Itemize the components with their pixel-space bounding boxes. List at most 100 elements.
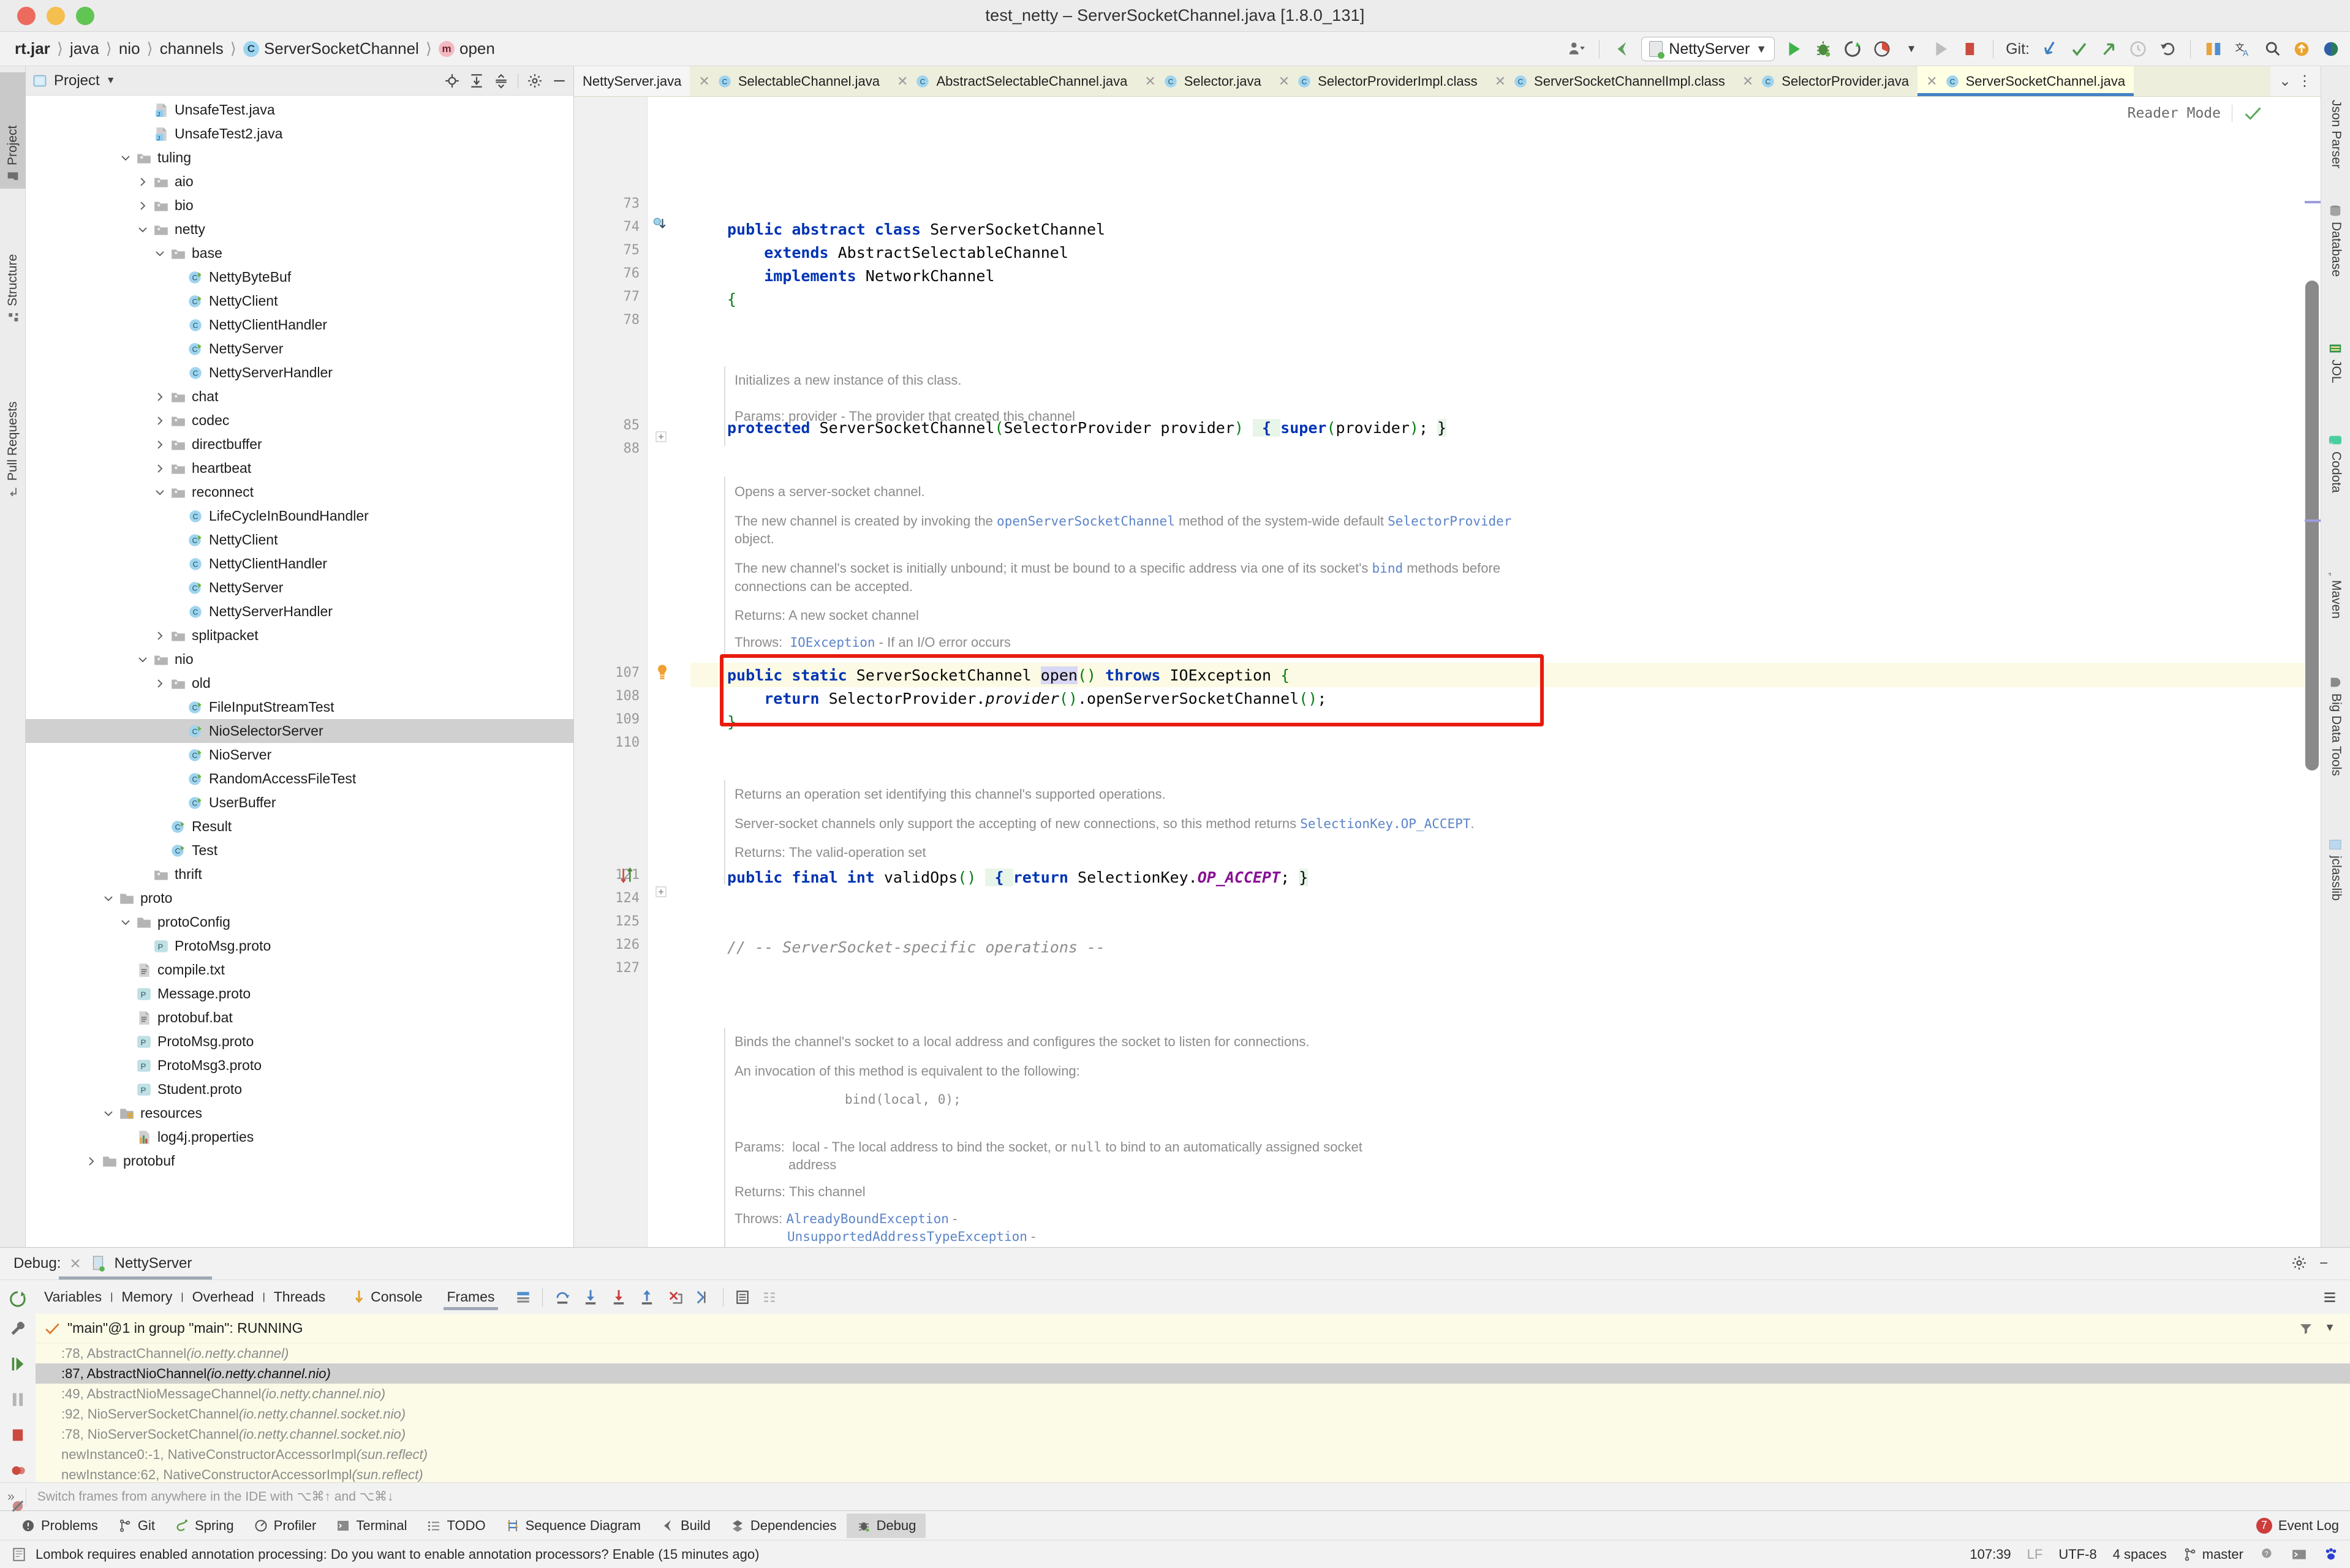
tree-item[interactable]: C NettyClientHandler <box>26 313 573 337</box>
tree-item[interactable]: C NettyServerHandler <box>26 361 573 385</box>
tree-item[interactable]: C FileInputStreamTest <box>26 695 573 719</box>
toolwindow-button-debug[interactable]: Debug <box>846 1513 926 1538</box>
tree-item[interactable]: log4j.properties <box>26 1125 573 1149</box>
stop-icon[interactable] <box>9 1427 26 1444</box>
sidebar-item-json-parser[interactable]: Json Parser <box>2321 76 2350 192</box>
fold-marker-icon[interactable] <box>655 886 667 898</box>
tree-item[interactable]: chat <box>26 385 573 409</box>
tree-item[interactable]: resources <box>26 1101 573 1125</box>
debug-icon[interactable] <box>1813 39 1834 59</box>
rerun-icon[interactable] <box>9 1290 27 1308</box>
chevron-down-icon[interactable] <box>102 892 115 905</box>
settings-icon[interactable] <box>2322 1289 2338 1305</box>
git-branch[interactable]: master <box>2202 1547 2243 1562</box>
close-icon[interactable]: ✕ <box>1144 74 1155 89</box>
undo-icon[interactable] <box>2157 39 2178 59</box>
inspection-icon[interactable]: ? <box>2259 1547 2275 1562</box>
scrollbar-thumb[interactable] <box>2305 281 2319 771</box>
editor-tab[interactable]: ✕ C Selector.java <box>1136 66 1269 96</box>
sidebar-item-maven[interactable]: m Maven <box>2321 556 2350 663</box>
chevron-right-icon[interactable] <box>153 462 167 475</box>
tree-item[interactable]: C NettyClient <box>26 528 573 552</box>
frame-row[interactable]: :92, NioServerSocketChannel (io.netty.ch… <box>36 1404 2350 1424</box>
status-message[interactable]: Lombok requires enabled annotation proce… <box>36 1547 759 1562</box>
tree-item[interactable]: C UserBuffer <box>26 791 573 815</box>
tree-item[interactable]: codec <box>26 409 573 432</box>
sidebar-item-jol[interactable]: JOL <box>2321 336 2350 421</box>
step-out-icon[interactable] <box>638 1289 656 1306</box>
frame-row[interactable]: :78, AbstractChannel (io.netty.channel) <box>36 1343 2350 1363</box>
project-tree[interactable]: J UnsafeTest.java J UnsafeTest2.java tuling a… <box>26 96 573 1247</box>
hide-icon[interactable] <box>551 73 567 89</box>
breadcrumb-item-open[interactable]: m open <box>435 39 499 58</box>
event-log-label[interactable]: Event Log <box>2278 1518 2339 1534</box>
reader-mode-indicator[interactable]: Reader Mode <box>2128 104 2262 123</box>
toolwindow-button-dependencies[interactable]: Dependencies <box>720 1513 847 1538</box>
chevron-down-icon[interactable]: ▼ <box>106 75 116 86</box>
mute-breakpoints-icon[interactable] <box>9 1498 26 1515</box>
tree-item[interactable]: C NioSelectorServer <box>26 719 573 743</box>
rerun-icon[interactable] <box>1842 39 1863 59</box>
coverage-icon[interactable] <box>1872 39 1892 59</box>
chevron-right-icon[interactable] <box>153 677 167 690</box>
tree-item[interactable]: C NioServer <box>26 743 573 767</box>
chevron-right-icon[interactable] <box>153 629 167 643</box>
tree-item[interactable]: protobuf <box>26 1149 573 1173</box>
search-everywhere-icon[interactable] <box>2262 39 2283 59</box>
collapse-all-icon[interactable] <box>493 73 509 89</box>
sidebar-item-structure[interactable]: Structure <box>0 198 26 330</box>
tree-item[interactable]: aio <box>26 170 573 194</box>
editor-glyph-margin[interactable] <box>648 97 690 1247</box>
chevron-down-icon[interactable] <box>153 247 167 260</box>
sidebar-item-database[interactable]: Database <box>2321 198 2350 330</box>
breadcrumb-item-channels[interactable]: channels <box>156 39 227 58</box>
more-vertical-icon[interactable]: ⋮ <box>2297 72 2312 90</box>
tab-console[interactable]: Console <box>344 1289 431 1305</box>
chevron-right-icon[interactable] <box>85 1155 98 1168</box>
tree-item[interactable]: C NettyServerHandler <box>26 600 573 624</box>
editor-tab-bar[interactable]: NettyServer.java ✕ C SelectableChannel.java… <box>574 66 2321 97</box>
gear-icon[interactable] <box>527 73 543 89</box>
filter-icon[interactable] <box>2299 1321 2313 1336</box>
settings-wrench-icon[interactable] <box>9 1320 26 1337</box>
evaluate-icon[interactable] <box>735 1289 750 1305</box>
tree-item[interactable]: proto <box>26 886 573 910</box>
force-step-into-icon[interactable] <box>610 1289 627 1306</box>
tab-memory[interactable]: Memory <box>113 1289 181 1305</box>
toolwindow-button-git[interactable]: Git <box>108 1513 165 1538</box>
toolwindow-button-spring[interactable]: Spring <box>165 1513 244 1538</box>
indent-setting[interactable]: 4 spaces <box>2113 1547 2167 1562</box>
editor-tab[interactable]: ✕ C AbstractSelectableChannel.java <box>888 66 1136 96</box>
breadcrumb-item-rtjar[interactable]: rt.jar <box>11 39 54 58</box>
user-settings-icon[interactable] <box>1566 39 1587 59</box>
run-configuration-selector[interactable]: NettyServer ▼ <box>1641 37 1775 61</box>
editor-scrollbar[interactable] <box>2305 97 2321 1247</box>
push-icon[interactable] <box>2098 39 2119 59</box>
stack-frames[interactable]: :78, AbstractChannel (io.netty.channel):… <box>36 1343 2350 1485</box>
tree-item[interactable]: P Message.proto <box>26 982 573 1006</box>
tree-item[interactable]: compile.txt <box>26 958 573 982</box>
tool-window-bar[interactable]: Problems Git Spring Profiler Terminal TODO Seq… <box>0 1510 2350 1540</box>
chevron-down-icon[interactable] <box>153 486 167 499</box>
tree-item[interactable]: P Student.proto <box>26 1077 573 1101</box>
toolwindow-button-profiler[interactable]: Profiler <box>244 1513 327 1538</box>
close-icon[interactable]: ✕ <box>698 74 709 89</box>
chevron-down-icon[interactable] <box>119 151 132 165</box>
thread-status-row[interactable]: "main"@1 in group "main": RUNNING ▼ <box>36 1314 2350 1343</box>
tree-item[interactable]: P ProtoMsg.proto <box>26 1030 573 1054</box>
editor-tab[interactable]: ✕ C SelectorProvider.java <box>1734 66 1917 96</box>
terminal-small-icon[interactable] <box>2291 1547 2307 1562</box>
resume-icon[interactable] <box>9 1355 26 1373</box>
frame-row[interactable]: :87, AbstractNioChannel (io.netty.channe… <box>36 1363 2350 1384</box>
close-icon[interactable]: ✕ <box>69 1256 81 1272</box>
tree-item[interactable]: splitpacket <box>26 624 573 647</box>
sidebar-item-codota[interactable]: >_ Codota <box>2321 428 2350 550</box>
tree-item[interactable]: heartbeat <box>26 456 573 480</box>
back-arrow-icon[interactable] <box>1612 39 1633 59</box>
chevron-right-icon[interactable] <box>153 438 167 451</box>
breadcrumb-item-java[interactable]: java <box>66 39 103 58</box>
frame-row[interactable]: newInstance0:-1, NativeConstructorAccess… <box>36 1444 2350 1464</box>
tree-item[interactable]: base <box>26 241 573 265</box>
toolwindow-button-sequence-diagram[interactable]: Sequence Diagram <box>496 1513 651 1538</box>
tree-item[interactable]: protoConfig <box>26 910 573 934</box>
